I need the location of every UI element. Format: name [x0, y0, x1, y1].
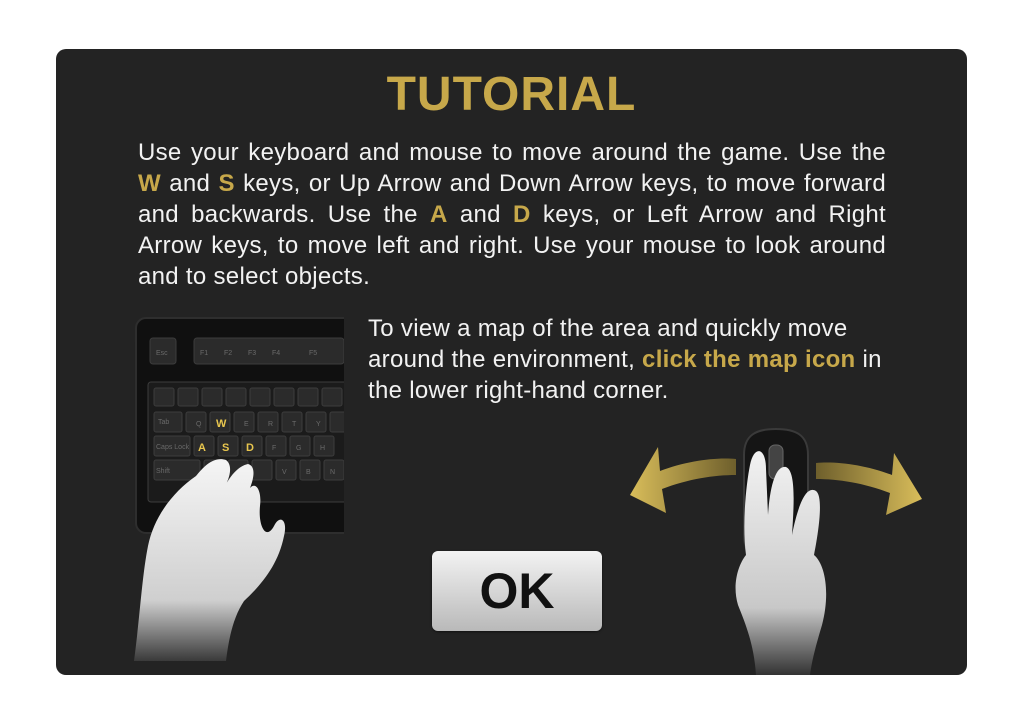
key-d-highlight: D — [513, 201, 531, 228]
right-arrow-icon — [816, 453, 922, 515]
key-b: B — [306, 469, 311, 476]
key-esc: Esc — [156, 350, 168, 357]
right-hand-graphic — [735, 451, 827, 675]
key-f3: F3 — [248, 350, 256, 357]
intro-text-4: and — [447, 201, 514, 228]
tutorial-title: TUTORIAL — [386, 68, 637, 121]
key-h: H — [320, 445, 325, 452]
key-f4: F4 — [272, 350, 280, 357]
key-s: S — [222, 442, 229, 454]
left-arrow-icon — [630, 447, 736, 513]
key-y: Y — [316, 421, 321, 428]
key-g: G — [296, 445, 301, 452]
key-f2: F2 — [224, 350, 232, 357]
key-f: F — [272, 445, 276, 452]
key-w: W — [216, 418, 227, 430]
intro-text-1: Use your keyboard and mouse to move arou… — [138, 139, 886, 166]
map-icon-highlight: click the map icon — [642, 346, 856, 373]
key-caps-lock: Caps Lock — [156, 444, 190, 451]
key-w-highlight: W — [138, 170, 161, 197]
key-a-highlight: A — [430, 201, 448, 228]
tutorial-dialog: TUTORIAL Use your keyboard and mouse to … — [56, 49, 967, 675]
key-r: R — [268, 421, 273, 428]
key-tab: Tab — [158, 419, 169, 426]
key-n: N — [330, 469, 335, 476]
map-instructions: To view a map of the area and quickly mo… — [368, 313, 898, 406]
key-d: D — [246, 442, 254, 454]
key-v: V — [282, 469, 287, 476]
key-a: A — [198, 442, 206, 454]
keyboard-illustration: Esc F1 F2 F3 F4 F5 Tab Q E R T Y Caps Lo… — [134, 317, 344, 661]
key-t: T — [292, 421, 297, 428]
key-f1: F1 — [200, 350, 208, 357]
mouse-illustration — [630, 427, 922, 675]
key-s-highlight: S — [218, 170, 235, 197]
key-q: Q — [196, 421, 202, 428]
ok-button[interactable]: OK — [432, 551, 602, 631]
key-e: E — [244, 421, 249, 428]
key-shift: Shift — [156, 468, 170, 475]
key-f5: F5 — [309, 350, 317, 357]
intro-text-2: and — [160, 170, 219, 197]
controls-instructions: Use your keyboard and mouse to move arou… — [138, 137, 886, 292]
